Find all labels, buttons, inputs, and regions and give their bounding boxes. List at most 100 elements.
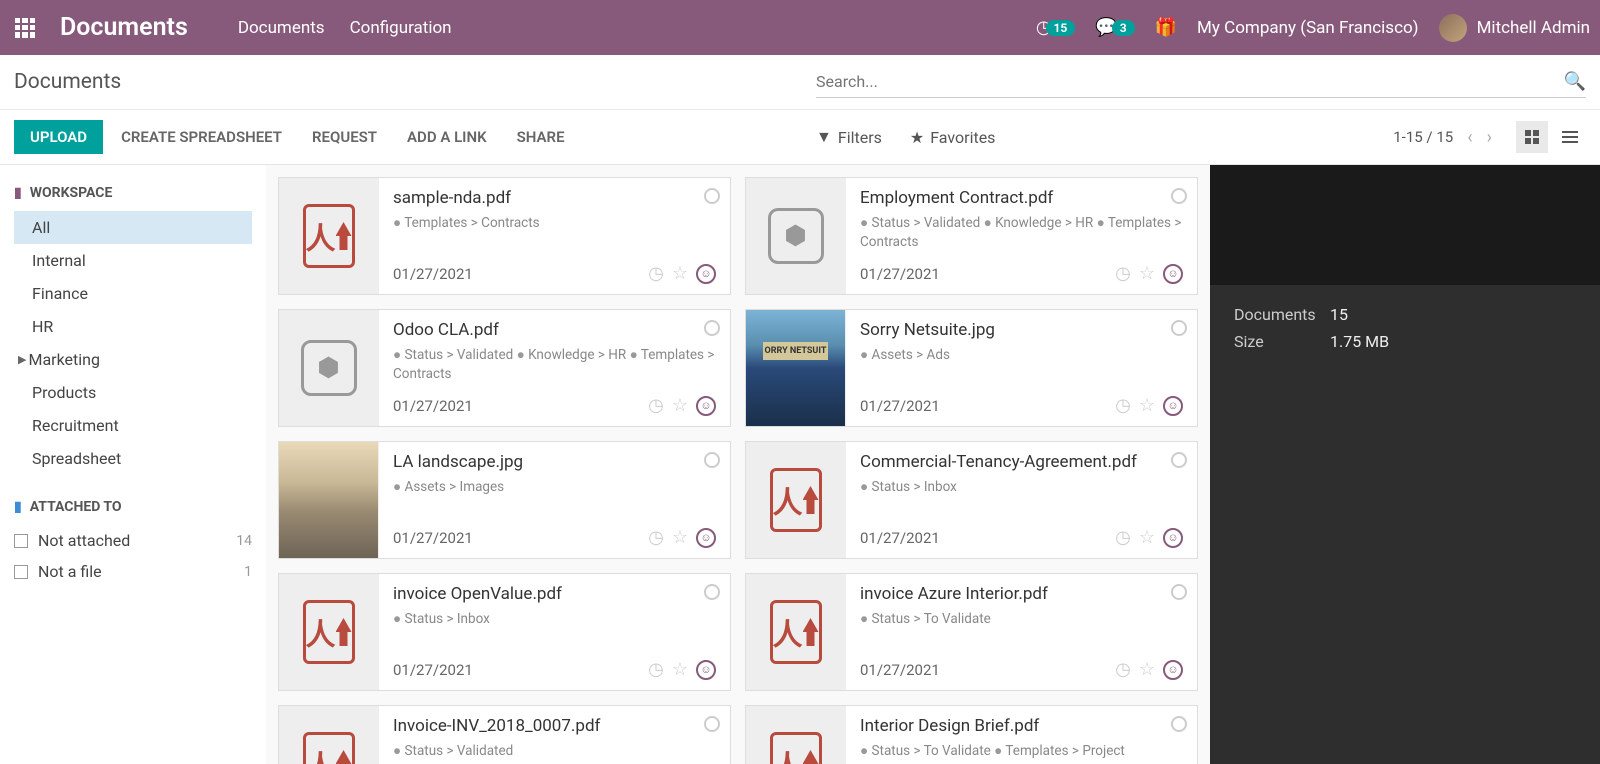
star-icon[interactable]: ☆: [672, 527, 688, 548]
document-tags: Assets > Ads: [860, 346, 1183, 365]
star-icon[interactable]: ☆: [1139, 527, 1155, 548]
pager-prev-icon[interactable]: ‹: [1467, 127, 1472, 148]
list-view-button[interactable]: [1554, 121, 1586, 153]
star-icon[interactable]: ☆: [672, 395, 688, 416]
document-date: 01/27/2021: [860, 265, 940, 283]
create-spreadsheet-button[interactable]: CREATE SPREADSHEET: [121, 128, 282, 146]
search-icon[interactable]: 🔍: [1564, 71, 1586, 92]
star-icon[interactable]: ☆: [1139, 263, 1155, 284]
document-card[interactable]: 人invoice OpenValue.pdfStatus > Inbox01/2…: [278, 573, 731, 691]
sidebar-item-spreadsheet[interactable]: Spreadsheet: [14, 442, 252, 475]
request-button[interactable]: REQUEST: [312, 128, 377, 146]
select-radio[interactable]: [704, 320, 720, 336]
share-button[interactable]: SHARE: [517, 128, 565, 146]
owner-avatar-icon[interactable]: ☺: [696, 660, 716, 680]
card-thumbnail: 人: [279, 574, 379, 690]
document-date: 01/27/2021: [860, 661, 940, 679]
document-tags: Templates > Contracts: [393, 214, 716, 233]
activity-icon[interactable]: ◷15: [1036, 17, 1076, 38]
pdf-icon: 人: [770, 600, 822, 664]
company-selector[interactable]: My Company (San Francisco): [1197, 18, 1419, 38]
messages-badge: 3: [1112, 20, 1135, 36]
document-card[interactable]: ⬢Employment Contract.pdfStatus > Validat…: [745, 177, 1198, 295]
nav-configuration[interactable]: Configuration: [350, 18, 452, 38]
filters-button[interactable]: ▼ Filters: [816, 127, 882, 147]
clock-icon[interactable]: ◷: [1115, 527, 1131, 548]
clock-icon[interactable]: ◷: [648, 395, 664, 416]
sidebar-item-label: Marketing: [28, 350, 99, 369]
sidebar-item-products[interactable]: Products: [14, 376, 252, 409]
clock-icon[interactable]: ◷: [648, 659, 664, 680]
owner-avatar-icon[interactable]: ☺: [696, 264, 716, 284]
pdf-icon: 人: [303, 204, 355, 268]
document-card[interactable]: 人Commercial-Tenancy-Agreement.pdfStatus …: [745, 441, 1198, 559]
select-radio[interactable]: [704, 188, 720, 204]
tag: Knowledge > HR: [517, 347, 627, 363]
filter-count: 1: [244, 564, 252, 580]
owner-avatar-icon[interactable]: ☺: [1163, 660, 1183, 680]
user-menu[interactable]: Mitchell Admin: [1439, 14, 1590, 42]
document-card[interactable]: 人Interior Design Brief.pdfStatus > To Va…: [745, 705, 1198, 764]
pdf-icon: 人: [770, 468, 822, 532]
select-radio[interactable]: [704, 716, 720, 732]
document-card[interactable]: 人invoice Azure Interior.pdfStatus > To V…: [745, 573, 1198, 691]
owner-avatar-icon[interactable]: ☺: [1163, 264, 1183, 284]
document-date: 01/27/2021: [393, 661, 473, 679]
select-radio[interactable]: [1171, 716, 1187, 732]
apps-icon[interactable]: [10, 13, 40, 43]
sidebar-item-finance[interactable]: Finance: [14, 277, 252, 310]
add-link-button[interactable]: ADD A LINK: [407, 128, 487, 146]
star-icon[interactable]: ☆: [672, 659, 688, 680]
star-icon[interactable]: ☆: [672, 263, 688, 284]
select-radio[interactable]: [1171, 320, 1187, 336]
pager-next-icon[interactable]: ›: [1487, 127, 1492, 148]
document-tags: Status > To Validate: [860, 610, 1183, 629]
owner-avatar-icon[interactable]: ☺: [696, 396, 716, 416]
document-card[interactable]: ORRY NETSUITSorry Netsuite.jpgAssets > A…: [745, 309, 1198, 427]
select-radio[interactable]: [704, 452, 720, 468]
select-radio[interactable]: [704, 584, 720, 600]
tag: Templates > Contracts: [393, 215, 540, 231]
clock-icon[interactable]: ◷: [648, 527, 664, 548]
tag: Status > To Validate: [860, 611, 991, 627]
select-radio[interactable]: [1171, 452, 1187, 468]
sidebar-item-recruitment[interactable]: Recruitment: [14, 409, 252, 442]
select-radio[interactable]: [1171, 584, 1187, 600]
sidebar-item-internal[interactable]: Internal: [14, 244, 252, 277]
pager-text: 1-15 / 15: [1393, 128, 1453, 146]
owner-avatar-icon[interactable]: ☺: [1163, 396, 1183, 416]
document-card[interactable]: LA landscape.jpgAssets > Images01/27/202…: [278, 441, 731, 559]
details-row: Size1.75 MB: [1234, 332, 1576, 351]
star-icon: ★: [910, 128, 924, 147]
upload-button[interactable]: UPLOAD: [14, 120, 103, 154]
nav-documents[interactable]: Documents: [238, 18, 325, 38]
document-card[interactable]: ⬢Odoo CLA.pdfStatus > Validated Knowledg…: [278, 309, 731, 427]
avatar: [1439, 14, 1467, 42]
favorites-button[interactable]: ★ Favorites: [910, 128, 996, 147]
document-card[interactable]: 人sample-nda.pdfTemplates > Contracts01/2…: [278, 177, 731, 295]
owner-avatar-icon[interactable]: ☺: [696, 528, 716, 548]
clock-icon[interactable]: ◷: [648, 263, 664, 284]
kanban-view-button[interactable]: [1516, 121, 1548, 153]
filter-not-attached[interactable]: Not attached14: [14, 525, 252, 556]
star-icon[interactable]: ☆: [1139, 395, 1155, 416]
sidebar-item-hr[interactable]: HR: [14, 310, 252, 343]
owner-avatar-icon[interactable]: ☺: [1163, 528, 1183, 548]
tag: Knowledge > HR: [984, 215, 1094, 231]
star-icon[interactable]: ☆: [1139, 659, 1155, 680]
details-header: [1210, 165, 1600, 285]
sidebar-item-label: HR: [32, 317, 53, 336]
clock-icon[interactable]: ◷: [1115, 263, 1131, 284]
checkbox-icon[interactable]: [14, 565, 28, 579]
gift-icon[interactable]: 🎁: [1155, 17, 1177, 38]
clock-icon[interactable]: ◷: [1115, 395, 1131, 416]
checkbox-icon[interactable]: [14, 534, 28, 548]
messages-icon[interactable]: 💬3: [1095, 17, 1134, 38]
search-input[interactable]: [816, 66, 1564, 97]
filter-not-a-file[interactable]: Not a file1: [14, 556, 252, 587]
select-radio[interactable]: [1171, 188, 1187, 204]
sidebar-item-marketing[interactable]: ▶Marketing: [14, 343, 252, 376]
document-card[interactable]: 人Invoice-INV_2018_0007.pdfStatus > Valid…: [278, 705, 731, 764]
clock-icon[interactable]: ◷: [1115, 659, 1131, 680]
sidebar-item-all[interactable]: All: [14, 211, 252, 244]
